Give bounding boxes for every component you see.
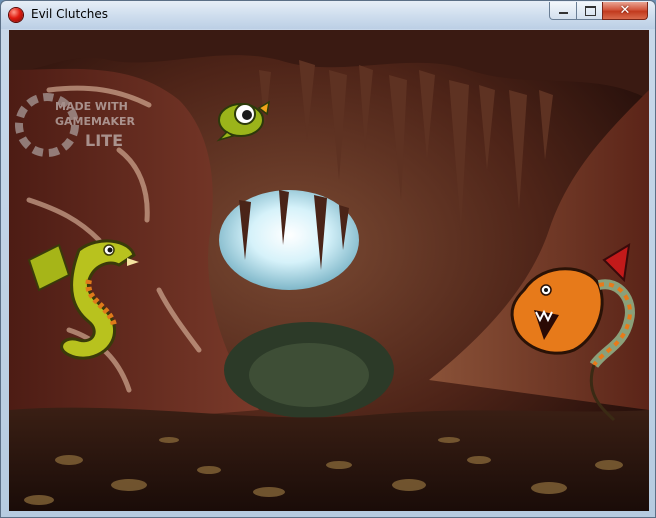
close-button[interactable]: ✕ <box>602 2 648 20</box>
title-bar[interactable]: Evil Clutches ✕ <box>1 1 655 29</box>
close-icon: ✕ <box>619 3 631 18</box>
window-title: Evil Clutches <box>31 7 109 21</box>
cave-scene: MADE WITH GAMEMAKER LITE <box>9 30 649 511</box>
minimize-button[interactable] <box>549 2 577 20</box>
watermark-line1: MADE WITH <box>55 100 128 113</box>
cave-floor <box>9 407 649 511</box>
game-window: Evil Clutches ✕ MADE WITH GAMEMAKER LITE <box>0 0 656 518</box>
game-canvas[interactable]: MADE WITH GAMEMAKER LITE <box>9 30 649 511</box>
maximize-button[interactable] <box>576 2 603 20</box>
watermark-line2: GAMEMAKER <box>55 115 136 128</box>
minimize-icon <box>559 12 568 14</box>
maximize-icon <box>585 6 596 16</box>
watermark-line3: LITE <box>85 131 123 150</box>
app-icon[interactable] <box>9 8 23 22</box>
